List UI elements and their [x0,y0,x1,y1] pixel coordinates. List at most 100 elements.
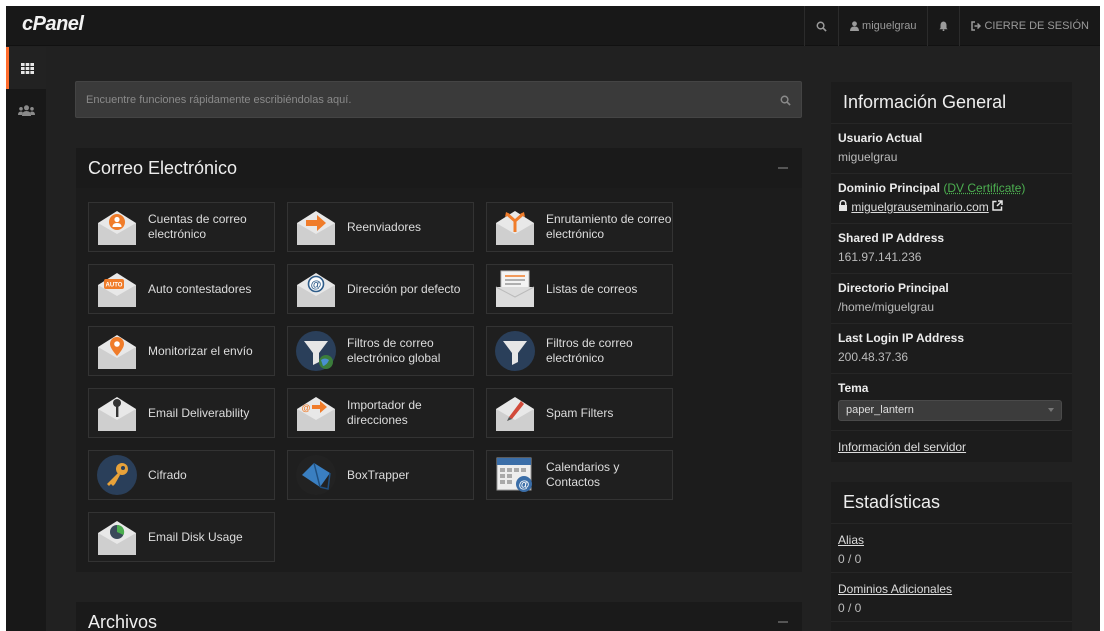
external-link-icon[interactable] [992,200,1003,214]
email-panel-title: Correo Electrónico [88,157,238,178]
logout-label: CIERRE DE SESIÓN [984,20,1089,32]
deliverability-icon [95,391,139,435]
user-menu[interactable]: miguelgrau [838,6,927,46]
logout-button[interactable]: CIERRE DE SESIÓN [959,6,1100,46]
stat-alias-link[interactable]: Alias [838,533,864,547]
autoresponder-icon: AUTO [95,267,139,311]
home-dir-label: Directorio Principal [838,281,949,295]
tile-email-accounts[interactable]: Cuentas de correo electrónico [88,202,275,252]
disk-usage-icon [95,515,139,559]
shared-ip-row: Shared IP Address 161.97.141.236 [831,224,1072,274]
home-dir-row: Directorio Principal /home/miguelgrau [831,274,1072,324]
tile-mailing-lists[interactable]: Listas de correos [486,264,673,314]
server-info-row: Información del servidor [831,431,1072,463]
svg-text:@: @ [519,479,530,491]
quick-search [75,81,802,118]
primary-domain-link[interactable]: miguelgrauseminario.com [851,200,988,214]
current-user-label: Usuario Actual [838,131,923,145]
tile-email-disk-usage[interactable]: Email Disk Usage [88,512,275,562]
tile-calendars-contacts[interactable]: @ Calendarios y Contactos [486,450,673,500]
search-input[interactable] [76,82,801,117]
general-info-panel: Información General Usuario Actual migue… [831,82,1072,462]
tile-label: Filtros de correo electrónico [546,336,633,365]
search-button[interactable] [804,6,838,46]
tile-default-address[interactable]: @ Dirección por defecto [287,264,474,314]
search-icon [816,21,827,32]
search-icon [780,93,791,111]
global-filters-icon [294,329,338,373]
address-importer-icon: @ [294,391,338,435]
collapse-icon[interactable] [778,621,788,623]
track-delivery-icon [95,329,139,373]
tile-label: Email Deliverability [148,405,250,420]
spam-filters-icon [493,391,537,435]
logout-icon [971,21,982,31]
dv-certificate[interactable]: (DV Certificate) [943,181,1025,195]
user-icon [850,21,860,31]
bell-icon [939,21,949,31]
tile-label: Reenviadores [347,219,422,234]
email-routing-icon [493,205,537,249]
tile-label: Email Disk Usage [148,529,243,544]
svg-text:@: @ [311,279,322,291]
tile-encryption[interactable]: Cifrado [88,450,275,500]
tile-forwarders[interactable]: Reenviadores [287,202,474,252]
tile-global-filters[interactable]: Filtros de correo electrónico global [287,326,474,376]
tile-label: Calendarios y Contactos [546,460,620,489]
tile-label: Spam Filters [546,405,614,420]
rail-item-home[interactable] [6,47,46,89]
tile-boxtrapper[interactable]: BoxTrapper [287,450,474,500]
rail-item-users[interactable] [6,89,46,131]
tile-label: Listas de correos [546,281,638,296]
general-info-title: Información General [831,82,1072,124]
tile-label: Cifrado [148,467,187,482]
theme-selected-value: paper_lantern [846,404,914,416]
tile-autoresponders[interactable]: AUTO Auto contestadores [88,264,275,314]
boxtrapper-icon [294,453,338,497]
chevron-down-icon [1048,408,1054,412]
email-filters-icon [493,329,537,373]
primary-domain-label: Dominio Principal (DV Certificate) [838,180,1065,197]
primary-domain-value: miguelgrauseminario.com [838,197,1065,217]
lock-icon [838,199,848,214]
cpanel-window: cPanel miguelgrau CIERRE DE SESIÓN Encue… [6,6,1100,631]
tile-spam-filters[interactable]: Spam Filters [486,388,673,438]
shared-ip-label: Shared IP Address [838,231,945,245]
current-user-row: Usuario Actual miguelgrau [831,124,1072,174]
default-address-icon: @ [294,267,338,311]
user-name: miguelgrau [862,20,917,32]
calendar-icon: @ [493,453,537,497]
email-panel-header[interactable]: Correo Electrónico [76,148,802,188]
tile-label: Monitorizar el envío [148,343,253,358]
notifications-button[interactable] [927,6,959,46]
home-dir-value: /home/miguelgrau [838,300,935,314]
stat-row: Dominios Adicionales 0 / 0 [831,573,1072,622]
tile-email-filters[interactable]: Filtros de correo electrónico [486,326,673,376]
last-login-value: 200.48.37.36 [838,350,909,364]
server-info-link[interactable]: Información del servidor [838,440,966,454]
encryption-key-icon [95,453,139,497]
tile-address-importer[interactable]: @ Importador de direcciones [287,388,474,438]
theme-row: Tema paper_lantern [831,374,1072,431]
stat-addon-domains-link[interactable]: Dominios Adicionales [838,582,952,596]
primary-domain-label-text: Dominio Principal [838,181,941,195]
cpanel-logo[interactable]: cPanel [22,13,84,36]
tile-track-delivery[interactable]: Monitorizar el envío [88,326,275,376]
tile-email-deliverability[interactable]: Email Deliverability [88,388,275,438]
email-panel: Correo Electrónico Cuentas de correo ele… [76,148,802,572]
stat-addon-domains-value: 0 / 0 [838,601,862,615]
mailing-lists-icon [493,267,537,311]
last-login-row: Last Login IP Address 200.48.37.36 [831,324,1072,374]
collapse-icon[interactable] [778,167,788,169]
statistics-panel: Estadísticas Alias 0 / 0 Dominios Adicio… [831,482,1072,631]
tile-email-routing[interactable]: Enrutamiento de correo electrónico [486,202,673,252]
tile-label: Enrutamiento de correo electrónico [546,212,672,241]
tile-label: Cuentas de correo electrónico [148,212,247,241]
theme-select[interactable]: paper_lantern [838,400,1062,421]
top-bar: cPanel miguelgrau CIERRE DE SESIÓN [6,6,1100,46]
files-panel-header[interactable]: Archivos [76,602,802,631]
email-accounts-icon [95,205,139,249]
shared-ip-value: 161.97.141.236 [838,250,922,264]
tile-label: Filtros de correo electrónico global [347,336,441,365]
svg-text:@: @ [302,403,311,413]
